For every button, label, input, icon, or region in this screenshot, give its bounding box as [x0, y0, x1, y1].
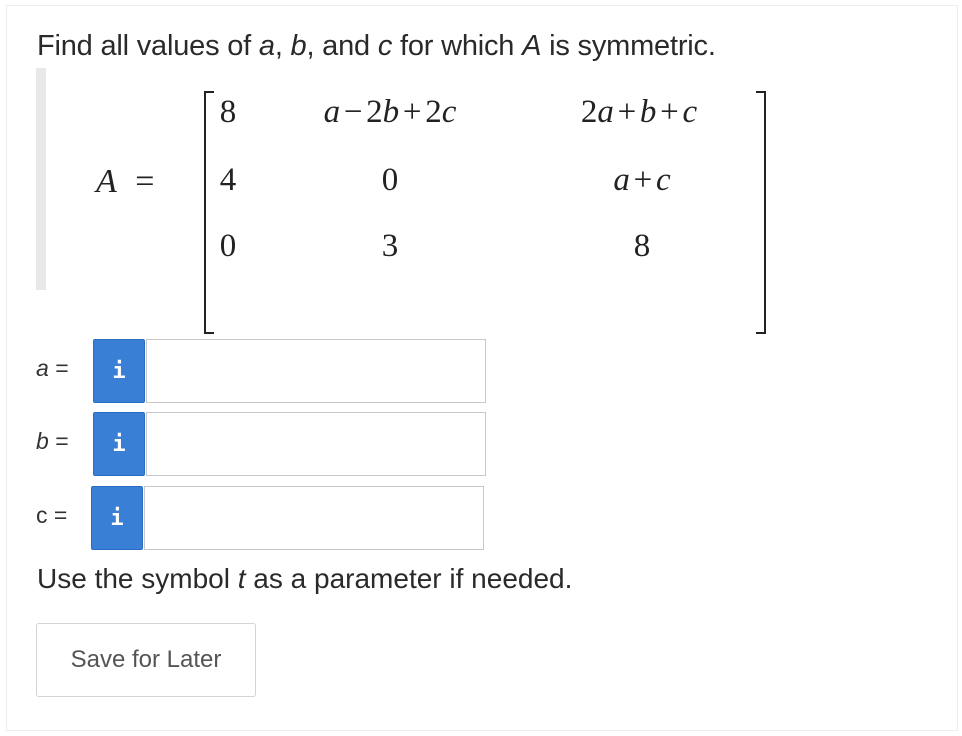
answer-label-c: c = — [36, 502, 67, 529]
save-for-later-button[interactable]: Save for Later — [36, 623, 256, 697]
matrix-cell-r1c1: 0 — [381, 162, 399, 198]
answer-label-a: a = — [36, 355, 69, 382]
question-text-part: , — [274, 30, 291, 62]
answer-equals: = — [53, 502, 68, 528]
matrix-cell-r2c0: 0 — [219, 228, 237, 264]
hint-text-part: as a parameter if needed. — [245, 563, 573, 594]
matrix-cell-r2c1: 3 — [381, 228, 399, 264]
matrix-lhs: A = — [96, 163, 154, 201]
answer-label-b: b = — [36, 428, 69, 455]
matrix-cell-r1c0: 4 — [219, 162, 237, 198]
answer-equals: = — [55, 355, 69, 381]
parameter-hint: Use the symbol t as a parameter if neede… — [37, 563, 572, 595]
question-text-part: for which — [392, 30, 523, 62]
question-var-b: b — [290, 30, 307, 62]
info-button-b[interactable]: i — [93, 412, 145, 476]
hint-var-t: t — [237, 563, 246, 594]
info-icon: i — [110, 505, 124, 531]
matrix-right-bracket — [756, 91, 766, 334]
question-var-a: a — [258, 30, 275, 62]
info-icon: i — [112, 431, 126, 457]
matrix-cell-r1c2: a + c — [613, 162, 671, 198]
question-text: Find all values of a, b, and c for which… — [37, 30, 716, 63]
matrix-cell-r0c2: 2a + b + c — [580, 94, 698, 130]
question-var-A: A — [522, 30, 542, 62]
question-text-part: Find all values of — [37, 30, 259, 62]
answer-var: b — [36, 428, 49, 454]
hint-text-part: Use the symbol — [37, 563, 238, 594]
matrix-cell-r2c2: 8 — [633, 228, 651, 264]
question-text-part: is symmetric. — [541, 30, 716, 62]
matrix-lhs-variable: A — [96, 163, 117, 200]
answer-var: c — [36, 502, 48, 528]
math-block-bar — [36, 68, 46, 290]
answer-var: a — [36, 355, 49, 381]
matrix-cell-r0c1: a − 2b + 2c — [323, 94, 457, 130]
info-button-c[interactable]: i — [91, 486, 143, 550]
matrix-cell-r0c0: 8 — [219, 94, 237, 130]
matrix-equation: A = 8 a − 2b + 2c 2a + b + c 4 0 a + c 0… — [36, 68, 766, 334]
question-var-c: c — [377, 30, 393, 62]
answer-input-b[interactable] — [146, 412, 486, 476]
answer-input-c[interactable] — [144, 486, 484, 550]
info-button-a[interactable]: i — [93, 339, 145, 403]
matrix-lhs-equals: = — [135, 163, 155, 200]
answer-input-a[interactable] — [146, 339, 486, 403]
info-icon: i — [112, 358, 126, 384]
question-text-part: , and — [306, 30, 378, 62]
matrix-left-bracket — [204, 91, 214, 334]
answer-equals: = — [55, 428, 69, 454]
